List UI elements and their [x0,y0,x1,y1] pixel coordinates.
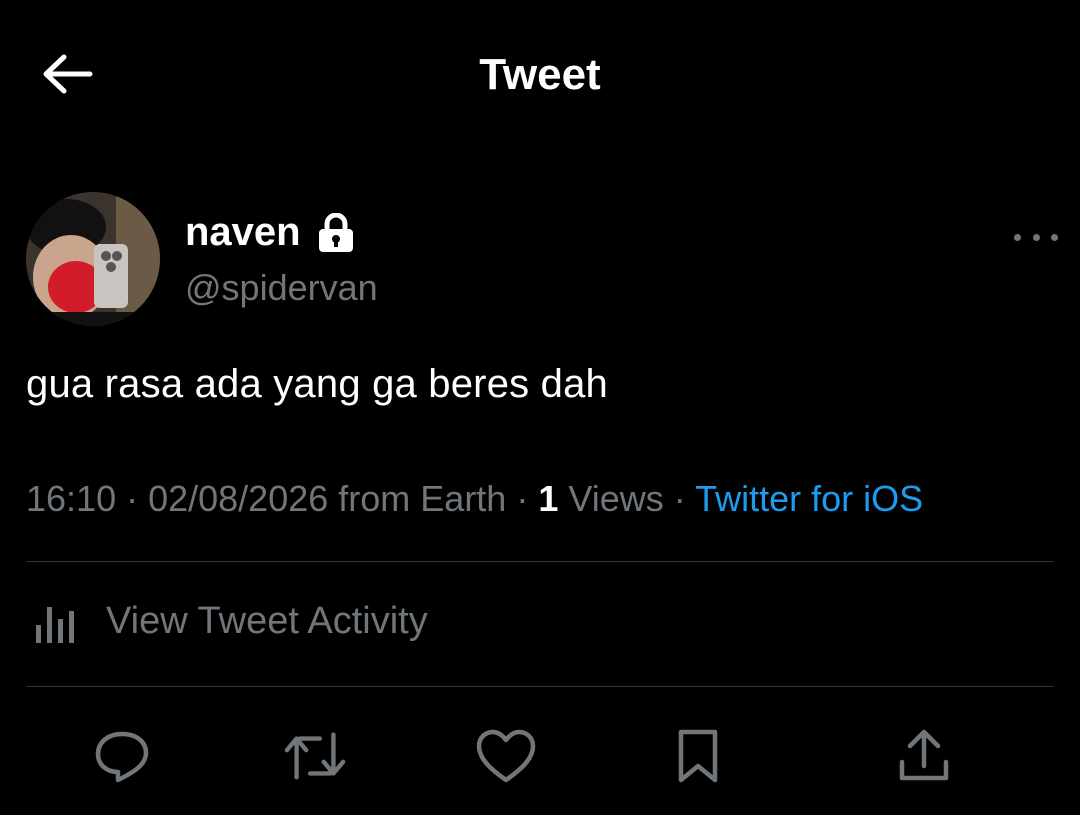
avatar[interactable] [26,192,160,326]
more-options-button[interactable] [1014,226,1058,248]
share-icon [899,729,949,781]
divider [26,561,1054,562]
page-title: Tweet [479,50,601,99]
views-count: 1 [538,478,559,519]
bookmark-button[interactable] [666,724,730,788]
display-name-text: naven [185,210,301,254]
avatar-photo [26,192,160,326]
tweet-detail-page: Tweet naven @spidervan gua rasa ada yang… [0,0,1080,815]
share-button[interactable] [892,724,956,788]
more-horizontal-icon [1014,233,1021,241]
user-handle[interactable]: @spidervan [185,267,378,309]
meta-separator: · [116,478,149,519]
retweet-button[interactable] [283,724,347,788]
bar-chart-icon [36,606,74,643]
views-label: Views [558,478,664,519]
lock-icon [317,212,355,253]
bookmark-icon [678,729,718,783]
tweet-location: from Earth [328,478,507,519]
retweet-icon [284,732,346,780]
view-tweet-activity-button[interactable]: View Tweet Activity [34,600,428,643]
meta-separator: · [506,478,539,519]
reply-button[interactable] [90,724,154,788]
tweet-date: 02/08/2026 [148,478,329,519]
tweet-source-link[interactable]: Twitter for iOS [695,478,923,519]
reply-icon [95,731,149,783]
like-button[interactable] [474,724,538,788]
tweet-text: gua rasa ada yang ga beres dah [26,362,608,406]
meta-separator: · [663,478,696,519]
tweet-time: 16:10 [26,478,117,519]
divider [26,686,1054,687]
view-tweet-activity-label: View Tweet Activity [106,600,428,642]
display-name[interactable]: naven [185,210,355,255]
tweet-meta: 16:10 · 02/08/2026 from Earth · 1 Views … [26,478,923,520]
like-icon [476,729,536,783]
